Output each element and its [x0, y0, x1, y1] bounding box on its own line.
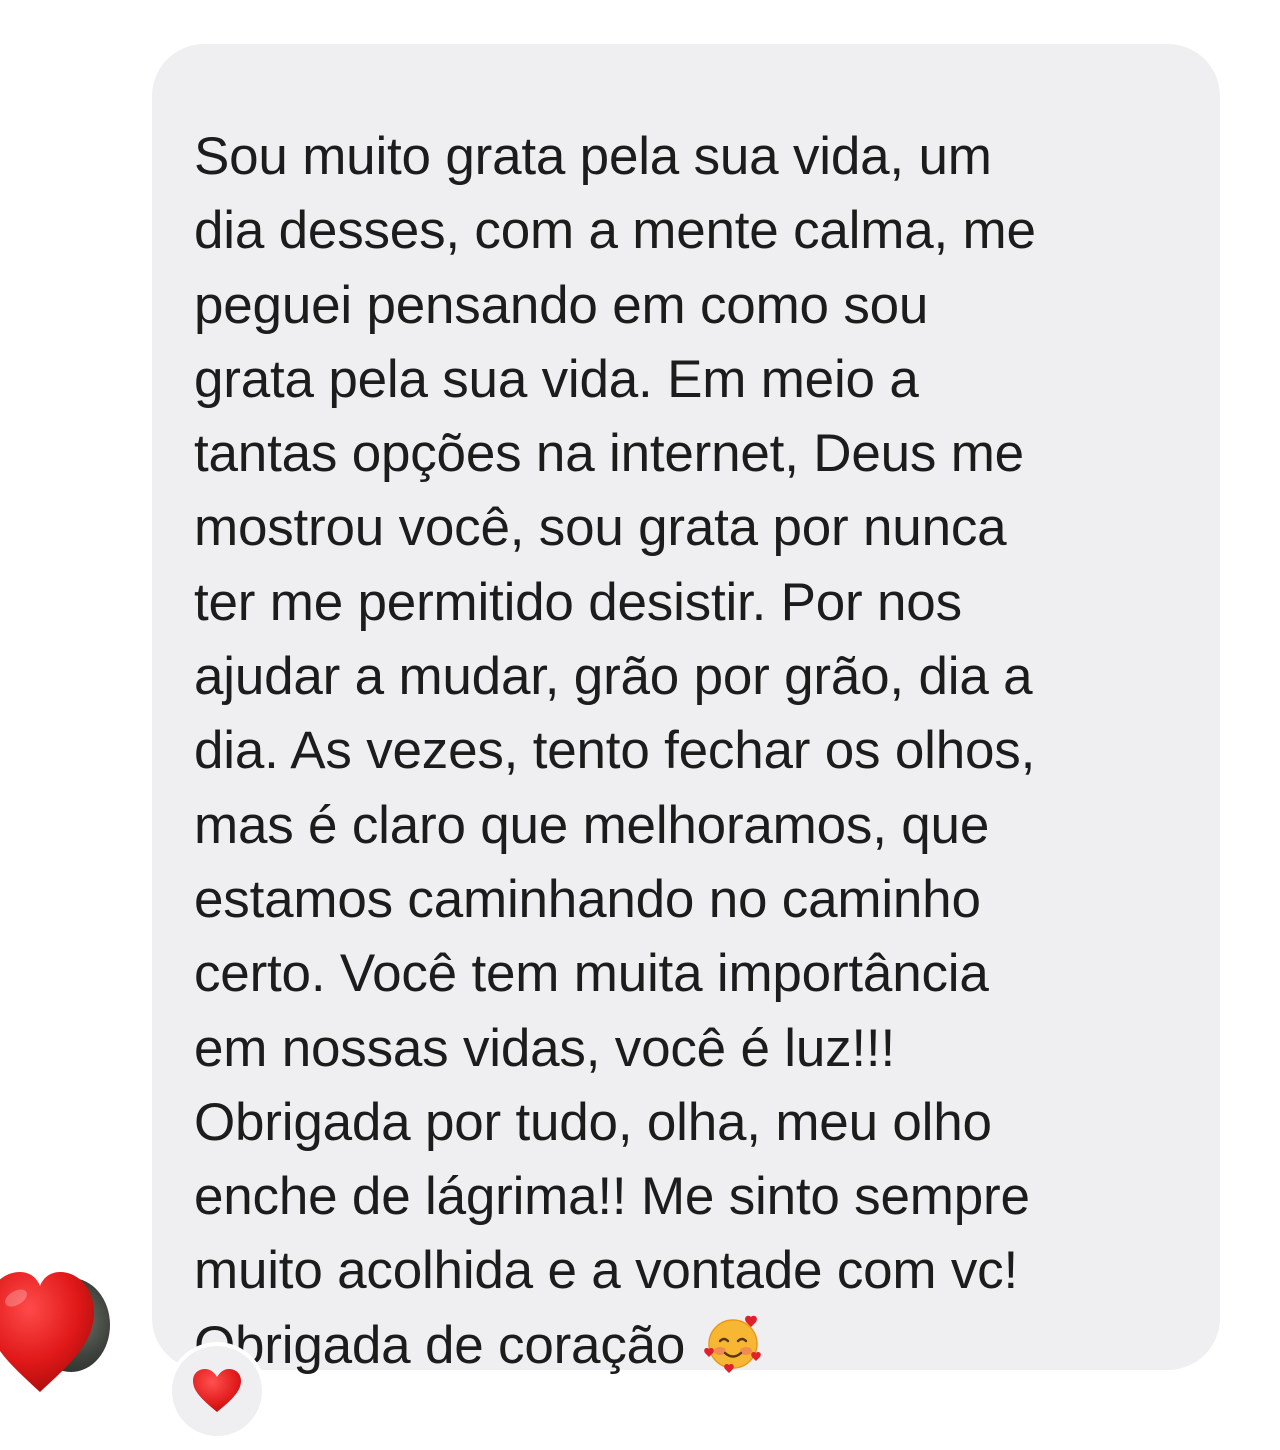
- message-line: ajudar a mudar, grão por grão, dia a: [194, 647, 1033, 707]
- message-line: peguei pensando em como sou: [194, 275, 929, 335]
- message-line: estamos caminhando no caminho: [194, 869, 981, 929]
- message-line: ter me permitido desistir. Por nos: [194, 572, 962, 632]
- message-line: muito acolhida e a vontade com vc!: [194, 1241, 1018, 1301]
- smiling-face-with-hearts-icon: [703, 1313, 763, 1373]
- message-line-last: Obrigada de coração: [194, 1309, 1190, 1383]
- message-line: Sou muito grata pela sua vida, um: [194, 127, 992, 186]
- message-line: Obrigada por tudo, olha, meu olho: [194, 1092, 992, 1152]
- message-line: em nossas vidas, você é luz!!!: [194, 1018, 895, 1078]
- message-line-text: Obrigada de coração: [194, 1315, 686, 1375]
- message-line: dia desses, com a mente calma, me: [194, 201, 1036, 261]
- message-line: mostrou você, sou grata por nunca: [194, 498, 1007, 558]
- message-bubble[interactable]: Sou muito grata pela sua vida, um dia de…: [152, 44, 1220, 1375]
- red-heart-icon: [193, 1369, 241, 1412]
- heart-icon: [0, 1272, 94, 1392]
- reaction-badge[interactable]: [168, 1342, 266, 1440]
- message-line: enche de lágrima!! Me sinto sempre: [194, 1167, 1030, 1227]
- chat-screen: Sou muito grata pela sua vida, um dia de…: [0, 0, 1280, 1450]
- message-line: dia. As vezes, tento fechar os olhos,: [194, 721, 1036, 781]
- message-line: tantas opções na internet, Deus me: [194, 424, 1024, 484]
- message-line: grata pela sua vida. Em meio a: [194, 349, 919, 409]
- message-line: certo. Você tem muita importância: [194, 944, 989, 1004]
- message-line: mas é claro que melhoramos, que: [194, 795, 990, 855]
